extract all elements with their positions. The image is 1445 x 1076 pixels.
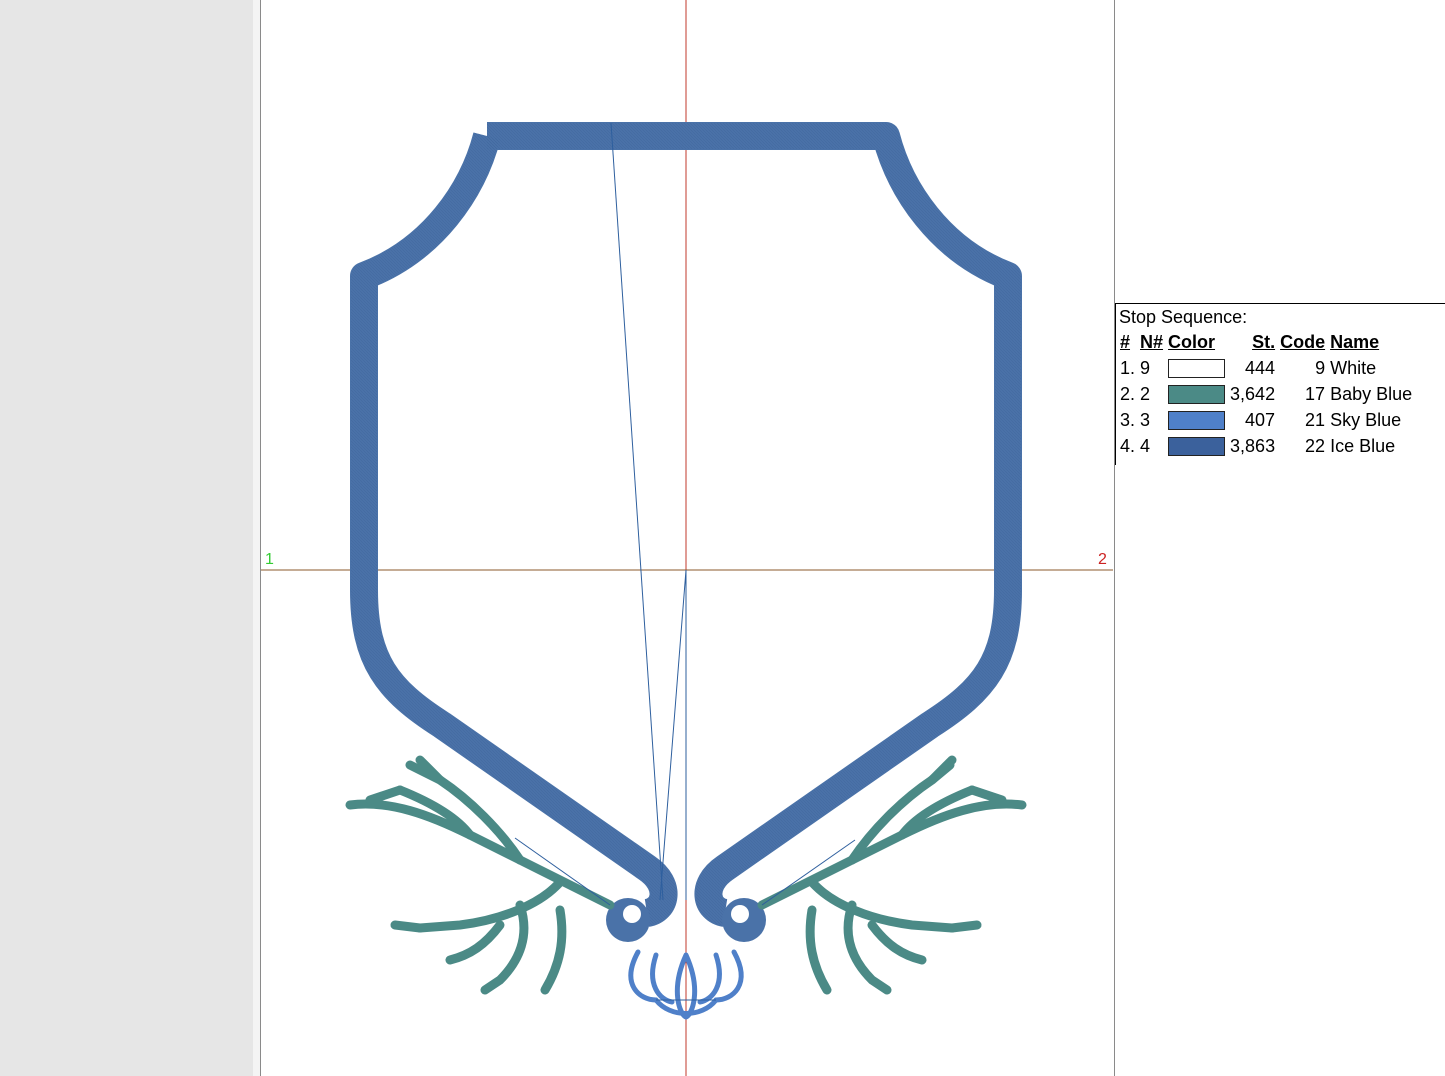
row-code: 22 bbox=[1305, 435, 1326, 456]
row-name: Sky Blue bbox=[1330, 409, 1402, 430]
color-swatch bbox=[1168, 385, 1226, 405]
row-color bbox=[1166, 407, 1228, 433]
row-name: White bbox=[1330, 357, 1377, 378]
row-needle: 3 bbox=[1140, 409, 1151, 430]
color-swatch bbox=[1168, 359, 1226, 379]
row-stitches: 407 bbox=[1245, 409, 1276, 430]
row-code: 17 bbox=[1305, 383, 1326, 404]
row-color bbox=[1166, 355, 1228, 381]
row-index: 1. bbox=[1120, 357, 1136, 378]
coral-branch-right bbox=[757, 755, 1027, 995]
row-index: 4. bbox=[1120, 435, 1136, 456]
table-header-row: # N# Color St. Code Name bbox=[1118, 330, 1415, 355]
row-index: 3. bbox=[1120, 409, 1136, 430]
table-row[interactable]: 2. 2 3,642 17 Baby Blue bbox=[1118, 381, 1415, 407]
table-row[interactable]: 4. 4 3,863 22 Ice Blue bbox=[1118, 433, 1415, 459]
row-color bbox=[1166, 433, 1228, 459]
color-swatch bbox=[1168, 411, 1226, 431]
table-row[interactable]: 1. 9 444 9 White bbox=[1118, 355, 1415, 381]
col-stitches-header: St. bbox=[1252, 332, 1276, 352]
row-stitches: 444 bbox=[1245, 357, 1276, 378]
row-needle: 4 bbox=[1140, 435, 1151, 456]
col-code-header: Code bbox=[1280, 332, 1326, 352]
row-color bbox=[1166, 381, 1228, 407]
stop-sequence-table: # N# Color St. Code Name 1. 9 444 9 Whit… bbox=[1118, 330, 1415, 459]
col-name-header: Name bbox=[1330, 332, 1380, 352]
row-code: 21 bbox=[1305, 409, 1326, 430]
stop-sequence-title: Stop Sequence: bbox=[1119, 307, 1248, 327]
row-needle: 2 bbox=[1140, 383, 1151, 404]
coral-branch-left bbox=[345, 755, 615, 995]
jump-stitch-lines bbox=[514, 122, 856, 1001]
row-index: 2. bbox=[1120, 383, 1136, 404]
start-marker-label: 1 bbox=[265, 551, 274, 568]
col-color-header: Color bbox=[1168, 332, 1216, 352]
col-needle-header: N# bbox=[1140, 332, 1164, 352]
stop-sequence-panel: Stop Sequence: # N# Color St. Code Name … bbox=[1115, 303, 1445, 465]
embroidery-design-canvas[interactable] bbox=[0, 0, 1445, 1076]
color-swatch bbox=[1168, 437, 1226, 457]
row-name: Ice Blue bbox=[1330, 435, 1396, 456]
end-marker-label: 2 bbox=[1098, 551, 1107, 568]
row-needle: 9 bbox=[1140, 357, 1151, 378]
table-row[interactable]: 3. 3 407 21 Sky Blue bbox=[1118, 407, 1415, 433]
row-stitches: 3,863 bbox=[1230, 435, 1276, 456]
row-name: Baby Blue bbox=[1330, 383, 1413, 404]
col-index-header: # bbox=[1120, 332, 1131, 352]
row-stitches: 3,642 bbox=[1230, 383, 1276, 404]
row-code: 9 bbox=[1315, 357, 1326, 378]
